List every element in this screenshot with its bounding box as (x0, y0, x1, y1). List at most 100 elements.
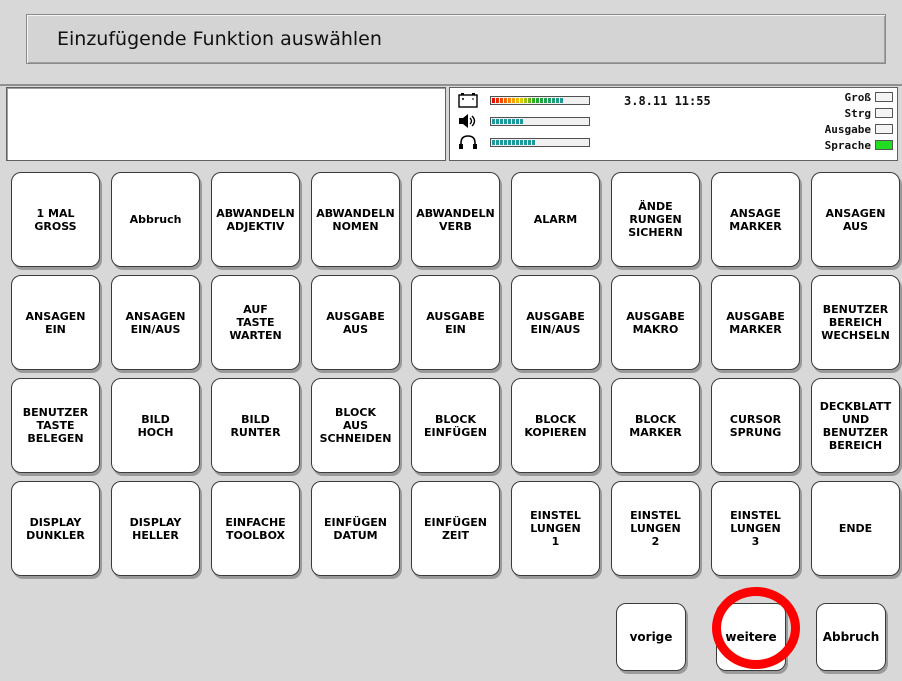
function-key[interactable]: BENUTZER BEREICH WECHSELN (811, 275, 900, 370)
function-key[interactable]: DECKBLATT UND BENUTZER BEREICH (811, 378, 900, 473)
indicator-box (875, 108, 893, 118)
function-key[interactable]: DISPLAY DUNKLER (11, 481, 100, 576)
function-key-label: EINFÜGEN DATUM (323, 515, 387, 542)
indicator-ausgabe: Ausgabe (825, 122, 893, 136)
function-key-label: ABWANDELN VERB (416, 206, 495, 233)
function-key[interactable]: DISPLAY HELLER (111, 481, 200, 576)
indicator-box (875, 140, 893, 150)
headphones-icon (459, 135, 477, 149)
battery-icon (458, 93, 478, 108)
function-key-label: CURSOR SPRUNG (729, 412, 782, 439)
function-key-label: ALARM (533, 213, 578, 226)
function-key-label: ANSAGE MARKER (729, 206, 782, 233)
button-label: weitere (725, 629, 777, 644)
function-key[interactable]: AUF TASTE WARTEN (211, 275, 300, 370)
function-key[interactable]: BILD HOCH (111, 378, 200, 473)
function-key[interactable]: AUSGABE EIN/AUS (511, 275, 600, 370)
function-key-label: EINSTEL LUNGEN 1 (530, 509, 581, 548)
function-key-label: DISPLAY DUNKLER (26, 515, 85, 542)
function-key-label: AUSGABE MAKRO (626, 309, 685, 336)
function-key-label: BLOCK KOPIEREN (524, 412, 587, 439)
function-key-label: ENDE (838, 522, 873, 535)
function-key[interactable]: ANSAGEN EIN/AUS (111, 275, 200, 370)
speaker-icon (459, 114, 476, 128)
headphone-level-bar (490, 138, 590, 147)
function-key[interactable]: ANSAGEN EIN (11, 275, 100, 370)
indicator-box (875, 124, 893, 134)
function-key[interactable]: EINFACHE TOOLBOX (211, 481, 300, 576)
indicator-label: Ausgabe (824, 122, 871, 136)
function-key[interactable]: CURSOR SPRUNG (711, 378, 800, 473)
function-key-label: ANSAGEN AUS (825, 206, 886, 233)
indicator-label: Sprache (824, 138, 871, 152)
function-key-label: AUSGABE EIN/AUS (526, 309, 585, 336)
function-key-label: Abbruch (129, 213, 182, 226)
divider (0, 84, 902, 86)
function-key-label: AUF TASTE WARTEN (229, 303, 282, 342)
function-key-label: BILD HOCH (137, 412, 174, 439)
status-panel: 3.8.11 11:55 Groß Strg Ausgabe Sprache (449, 87, 898, 161)
function-key-label: BLOCK MARKER (629, 412, 682, 439)
function-key[interactable]: BLOCK KOPIEREN (511, 378, 600, 473)
function-key-label: BLOCK EINFÜGEN (423, 412, 487, 439)
button-label: Abbruch (822, 629, 880, 644)
date-time: 3.8.11 11:55 (624, 94, 711, 108)
indicator-box (875, 92, 893, 102)
function-key-label: AUSGABE AUS (326, 309, 385, 336)
function-key[interactable]: ENDE (811, 481, 900, 576)
function-key[interactable]: ALARM (511, 172, 600, 267)
function-key[interactable]: BILD RUNTER (211, 378, 300, 473)
title-bar: Einzufügende Funktion auswählen (26, 14, 886, 64)
function-key[interactable]: AUSGABE AUS (311, 275, 400, 370)
volume-level-bar (490, 117, 590, 126)
function-key-label: ANSAGEN EIN/AUS (125, 309, 186, 336)
text-display[interactable] (6, 87, 446, 161)
function-key-label: DISPLAY HELLER (129, 515, 182, 542)
indicator-sprache: Sprache (825, 138, 893, 152)
function-key[interactable]: Abbruch (111, 172, 200, 267)
function-key[interactable]: 1 MAL GROSS (11, 172, 100, 267)
function-key[interactable]: BENUTZER TASTE BELEGEN (11, 378, 100, 473)
function-key[interactable]: EINSTEL LUNGEN 1 (511, 481, 600, 576)
function-key[interactable]: BLOCK EINFÜGEN (411, 378, 500, 473)
function-key-label: BLOCK AUS SCHNEIDEN (319, 406, 392, 445)
function-key-label: EINSTEL LUNGEN 3 (730, 509, 781, 548)
battery-level-bar (490, 96, 590, 105)
function-key-label: BILD RUNTER (230, 412, 281, 439)
function-key[interactable]: ABWANDELN VERB (411, 172, 500, 267)
function-key-label: 1 MAL GROSS (34, 206, 77, 233)
function-key[interactable]: EINSTEL LUNGEN 2 (611, 481, 700, 576)
function-key[interactable]: ABWANDELN NOMEN (311, 172, 400, 267)
function-key[interactable]: AUSGABE EIN (411, 275, 500, 370)
function-key[interactable]: EINSTEL LUNGEN 3 (711, 481, 800, 576)
function-key[interactable]: ÄNDE RUNGEN SICHERN (611, 172, 700, 267)
function-key-label: EINSTEL LUNGEN 2 (630, 509, 681, 548)
indicator-label: Strg (844, 106, 872, 120)
function-key[interactable]: EINFÜGEN DATUM (311, 481, 400, 576)
function-key-label: BENUTZER BEREICH WECHSELN (821, 303, 890, 342)
function-key[interactable]: AUSGABE MAKRO (611, 275, 700, 370)
function-key-label: EINFÜGEN ZEIT (423, 515, 487, 542)
next-page-button[interactable]: weitere (716, 603, 786, 671)
function-key-label: ÄNDE RUNGEN SICHERN (628, 200, 683, 239)
function-key-label: ABWANDELN NOMEN (316, 206, 395, 233)
function-key-label: ABWANDELN ADJEKTIV (216, 206, 295, 233)
indicator-label: Groß (844, 90, 872, 104)
function-key[interactable]: AUSGABE MARKER (711, 275, 800, 370)
function-key[interactable]: BLOCK AUS SCHNEIDEN (311, 378, 400, 473)
function-key-label: AUSGABE EIN (426, 309, 485, 336)
function-key[interactable]: BLOCK MARKER (611, 378, 700, 473)
function-key-label: BENUTZER TASTE BELEGEN (22, 406, 89, 445)
prev-page-button[interactable]: vorige (616, 603, 686, 671)
function-key-label: AUSGABE MARKER (726, 309, 785, 336)
function-key-label: ANSAGEN EIN (25, 309, 86, 336)
function-key[interactable]: ANSAGEN AUS (811, 172, 900, 267)
function-key[interactable]: ANSAGE MARKER (711, 172, 800, 267)
function-key-label: EINFACHE TOOLBOX (225, 515, 286, 542)
cancel-button[interactable]: Abbruch (816, 603, 886, 671)
button-label: vorige (629, 629, 673, 644)
indicator-gross: Groß (844, 90, 893, 104)
indicator-strg: Strg (844, 106, 893, 120)
function-key[interactable]: ABWANDELN ADJEKTIV (211, 172, 300, 267)
function-key[interactable]: EINFÜGEN ZEIT (411, 481, 500, 576)
